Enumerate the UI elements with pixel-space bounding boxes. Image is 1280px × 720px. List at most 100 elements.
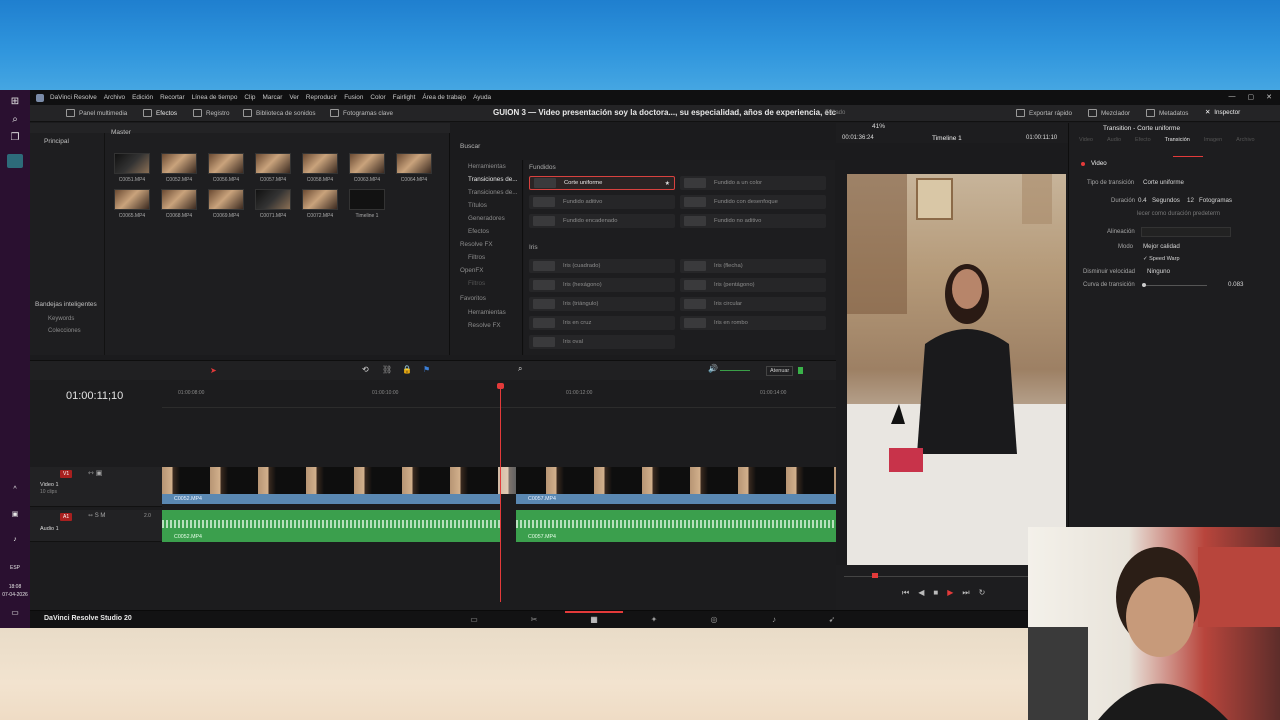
- clip-thumbnail[interactable]: C0056.MP4: [208, 153, 244, 183]
- alignment-buttons[interactable]: [1141, 227, 1231, 237]
- mode-select[interactable]: Mejor calidad: [1143, 243, 1180, 250]
- attenuate-button[interactable]: Atenuar: [766, 366, 794, 376]
- effect-iris-hexagon[interactable]: Iris (hexágono): [529, 278, 675, 292]
- clip-thumbnail[interactable]: C0069.MP4: [208, 189, 244, 219]
- duration-frames[interactable]: 12: [1187, 197, 1194, 204]
- clip-thumbnail[interactable]: C0068.MP4: [161, 189, 197, 219]
- clock-date[interactable]: 07-04-2026: [2, 592, 28, 598]
- transition-type-select[interactable]: Corte uniforme: [1143, 179, 1184, 186]
- menu-fusion[interactable]: Fusion: [344, 94, 363, 101]
- viewer-zoom[interactable]: 41%: [872, 123, 885, 130]
- menu-workspace[interactable]: Área de trabajo: [422, 94, 466, 101]
- audio-clip-b[interactable]: C0057.MP4: [516, 510, 836, 542]
- stop-icon[interactable]: ■: [933, 588, 938, 598]
- effect-iris-pentagon[interactable]: Iris (pentágono): [680, 278, 826, 292]
- menu-mark[interactable]: Marcar: [262, 94, 282, 101]
- menu-view[interactable]: Ver: [289, 94, 299, 101]
- viewer-timeline-name[interactable]: Timeline 1: [932, 135, 962, 142]
- curve-slider[interactable]: [1143, 285, 1207, 286]
- effect-iris-triangle[interactable]: Iris (triángulo): [529, 297, 675, 311]
- tab-file[interactable]: Archivo: [1236, 137, 1254, 143]
- tree-titles[interactable]: Títulos: [468, 202, 487, 209]
- video-clip-a[interactable]: C0052.MP4: [162, 494, 500, 504]
- edit-page-icon[interactable]: ▦: [588, 615, 600, 624]
- curve-slider-handle[interactable]: [1142, 283, 1146, 287]
- fusion-page-icon[interactable]: ✦: [648, 615, 660, 624]
- clock-time[interactable]: 18:08: [2, 584, 28, 590]
- tree-generators[interactable]: Generadores: [468, 215, 505, 222]
- play-icon[interactable]: ▶: [947, 588, 953, 598]
- tab-effect[interactable]: Efecto: [1135, 137, 1151, 143]
- lock-icon[interactable]: 🔒: [402, 365, 412, 374]
- tab-audio[interactable]: Audio: [1107, 137, 1121, 143]
- language-indicator[interactable]: ESP: [2, 565, 28, 571]
- maximize-icon[interactable]: ▢: [1248, 93, 1255, 101]
- flag-icon[interactable]: ⚑: [423, 365, 430, 374]
- effect-dip-to-color[interactable]: Fundido a un color: [680, 176, 826, 190]
- minimize-icon[interactable]: —: [1229, 93, 1236, 101]
- metadata-button[interactable]: Metadatos: [1146, 109, 1188, 117]
- selection-tool-icon[interactable]: ➤: [210, 366, 217, 375]
- media-page-icon[interactable]: ▭: [468, 615, 480, 624]
- task-view-icon[interactable]: ❐: [7, 132, 23, 146]
- effect-additive[interactable]: Fundido aditivo: [529, 195, 675, 209]
- loop-icon[interactable]: ↻: [979, 588, 986, 598]
- clip-thumbnail[interactable]: C0052.MP4: [161, 153, 197, 183]
- effect-iris-arrow[interactable]: Iris (flecha): [680, 259, 826, 273]
- tree-audio-transitions[interactable]: Transiciones de...: [468, 189, 517, 196]
- clip-thumbnail[interactable]: C0051.MP4: [114, 153, 150, 183]
- tree-fav-resolve-fx[interactable]: Resolve FX: [468, 322, 501, 329]
- menu-edit[interactable]: Edición: [132, 94, 153, 101]
- fairlight-page-icon[interactable]: ♪: [768, 615, 780, 624]
- volume-slider[interactable]: [720, 370, 750, 371]
- star-icon[interactable]: ★: [665, 180, 670, 187]
- effect-iris-square[interactable]: Iris (cuadrado): [529, 259, 675, 273]
- bin-principal[interactable]: Principal: [44, 138, 69, 145]
- menu-help[interactable]: Ayuda: [473, 94, 491, 101]
- tab-video[interactable]: Video: [1079, 137, 1093, 143]
- davinci-app-icon[interactable]: [7, 154, 23, 168]
- effect-non-additive[interactable]: Fundido no aditivo: [680, 214, 826, 228]
- tree-resolve-fx[interactable]: Resolve FX: [460, 241, 493, 248]
- ease-select[interactable]: Ninguno: [1147, 268, 1170, 275]
- effect-blur-dissolve[interactable]: Fundido con desenfoque: [680, 195, 826, 209]
- effects-button[interactable]: Efectos: [143, 109, 177, 117]
- playhead-line[interactable]: [500, 384, 501, 602]
- section-enable-dot[interactable]: [1081, 162, 1085, 166]
- tree-openfx-filters[interactable]: Filtros: [468, 280, 485, 287]
- clip-thumbnail[interactable]: C0071.MP4: [255, 189, 291, 219]
- menu-app[interactable]: DaVinci Resolve: [50, 94, 97, 101]
- duration-seconds[interactable]: 0.4: [1138, 197, 1147, 204]
- effect-iris-diamond[interactable]: Iris en rombo: [680, 316, 826, 330]
- smart-bin-keywords[interactable]: Keywords: [48, 316, 74, 322]
- tree-fav-toolbox[interactable]: Herramientas: [468, 309, 506, 316]
- v1-badge[interactable]: V1: [60, 470, 73, 478]
- speaker-icon[interactable]: ♪: [7, 536, 23, 550]
- search-icon[interactable]: ⌕: [7, 114, 23, 128]
- tree-toolbox[interactable]: Herramientas: [468, 163, 506, 170]
- audio-clip-a[interactable]: C0052.MP4: [162, 510, 500, 542]
- menu-playback[interactable]: Reproducir: [306, 94, 337, 101]
- tree-effects[interactable]: Efectos: [468, 228, 489, 235]
- menu-fairlight[interactable]: Fairlight: [393, 94, 416, 101]
- notification-icon[interactable]: ▭: [7, 608, 23, 622]
- menu-color[interactable]: Color: [370, 94, 385, 101]
- jump-end-icon[interactable]: ⏭: [962, 588, 969, 598]
- volume-icon[interactable]: 🔊: [708, 364, 718, 373]
- media-pool-button[interactable]: Panel multimedia: [66, 109, 127, 117]
- video-clip-b[interactable]: C0057.MP4: [516, 494, 836, 504]
- clip-thumbnail[interactable]: C0057.MP4: [255, 153, 291, 183]
- tree-openfx[interactable]: OpenFX: [460, 267, 483, 274]
- cut-page-icon[interactable]: ✂: [528, 615, 540, 624]
- snapping-icon[interactable]: ⟲: [362, 365, 369, 374]
- zoom-icon[interactable]: ⌕: [518, 364, 522, 374]
- link-icon[interactable]: ⛓: [382, 365, 392, 374]
- sound-library-button[interactable]: Biblioteca de sonidos: [243, 109, 316, 117]
- effect-iris-circle[interactable]: Iris circular: [680, 297, 826, 311]
- tree-favorites[interactable]: Favoritos: [460, 295, 486, 302]
- edit-index-button[interactable]: Registro: [193, 109, 229, 117]
- tab-image[interactable]: Imagen: [1204, 137, 1222, 143]
- effect-cross-dissolve[interactable]: Fundido encadenado: [529, 214, 675, 228]
- smart-bin-collections[interactable]: Colecciones: [48, 328, 81, 334]
- menu-trim[interactable]: Recortar: [160, 94, 185, 101]
